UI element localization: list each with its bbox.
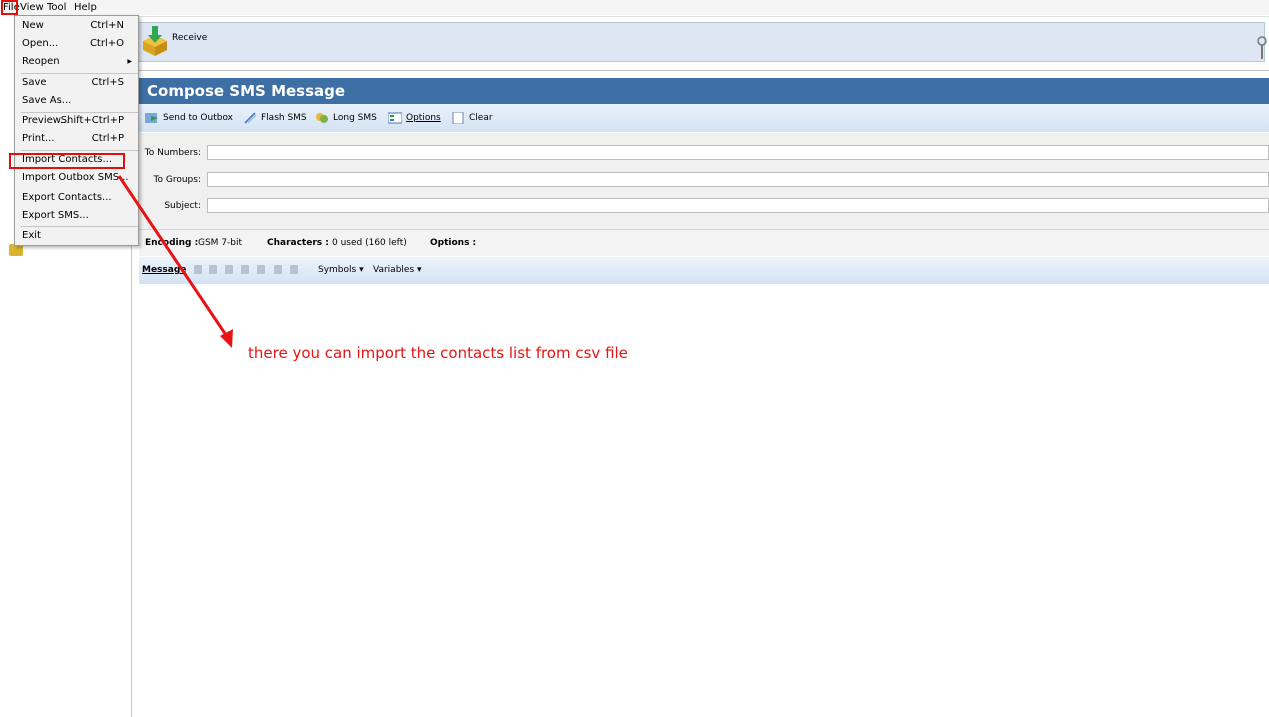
subject-label: Subject:: [164, 201, 201, 211]
variables-dropdown[interactable]: Variables ▾: [373, 265, 422, 275]
cut-icon[interactable]: [194, 265, 202, 274]
menu-item-label: Export Contacts...: [22, 192, 112, 203]
menu-item-shortcut: Shift+Ctrl+P: [60, 115, 124, 126]
file-menu: New Ctrl+N Open... Ctrl+O Reopen ▶ Save …: [14, 15, 139, 246]
annotation-text: there you can import the contacts list f…: [248, 344, 628, 362]
to-groups-label: To Groups:: [153, 175, 201, 185]
to-numbers-label: To Numbers:: [144, 148, 201, 158]
chevron-down-icon: ▾: [359, 265, 364, 275]
message-label: Message: [142, 265, 187, 275]
options-label: Options :: [430, 238, 477, 248]
message-toolbar: Message Symbols ▾ Variables ▾: [139, 257, 1269, 284]
menu-item-label: Exit: [22, 230, 41, 241]
send-to-outbox-label: Send to Outbox: [163, 113, 234, 123]
menu-view[interactable]: View: [20, 1, 44, 14]
menu-item-shortcut: Ctrl+S: [91, 77, 124, 88]
menu-item-label: Save As...: [22, 95, 72, 106]
menu-item-label: Export SMS...: [22, 210, 89, 221]
menu-item-open[interactable]: Open... Ctrl+O: [15, 35, 138, 53]
compose-title: Compose SMS Message: [139, 78, 1269, 104]
long-sms-icon: [316, 113, 328, 123]
characters-label: Characters :: [267, 238, 329, 248]
menu-item-exit[interactable]: Exit: [15, 227, 138, 245]
flash-sms-button[interactable]: Flash SMS: [243, 104, 307, 132]
menu-item-shortcut: Ctrl+P: [91, 133, 124, 144]
import-contacts-highlight-box: [9, 153, 125, 169]
compose-toolbar: Send to Outbox Flash SMS Long SMS Option…: [139, 104, 1269, 132]
page-icon: [452, 112, 464, 124]
copy-icon[interactable]: [209, 265, 217, 274]
menu-item-shortcut: Ctrl+O: [89, 38, 124, 49]
divider: [133, 70, 1269, 71]
encoding-value: GSM 7-bit: [198, 238, 243, 248]
main-toolbar: Receive: [137, 22, 1265, 62]
menu-item-reopen[interactable]: Reopen ▶: [15, 53, 138, 71]
submenu-arrow-icon: ▶: [127, 58, 132, 65]
encoding-bar: Encoding : GSM 7-bit Characters : 0 used…: [139, 229, 1269, 256]
send-icon: [145, 113, 158, 123]
subject-input[interactable]: [207, 198, 1269, 213]
menu-item-label: Print...: [22, 133, 55, 144]
characters-value: 0 used (160 left): [332, 238, 407, 248]
edit-icon[interactable]: [290, 265, 298, 274]
receive-label: Receive: [172, 33, 208, 43]
menu-item-label: Save: [22, 77, 47, 88]
menu-help[interactable]: Help: [74, 1, 97, 14]
menu-item-preview[interactable]: Preview... Shift+Ctrl+P: [15, 112, 138, 130]
delete-icon[interactable]: [241, 265, 249, 274]
menu-bar: File View Tool Help: [0, 0, 1269, 15]
menu-item-save-as[interactable]: Save As...: [15, 92, 138, 110]
options-icon: [388, 112, 402, 124]
menu-item-new[interactable]: New Ctrl+N: [15, 17, 138, 35]
to-groups-input[interactable]: [207, 172, 1269, 187]
send-to-outbox-button[interactable]: Send to Outbox: [145, 104, 233, 132]
menu-tool[interactable]: Tool: [47, 1, 66, 14]
variables-label: Variables: [373, 265, 415, 275]
menu-item-print[interactable]: Print... Ctrl+P: [15, 130, 138, 148]
to-numbers-input[interactable]: [207, 145, 1269, 160]
symbols-dropdown[interactable]: Symbols ▾: [318, 265, 364, 275]
paste-icon[interactable]: [225, 265, 233, 274]
chevron-down-icon: ▾: [417, 265, 422, 275]
divider: [133, 16, 1269, 17]
menu-item-export-contacts[interactable]: Export Contacts...: [15, 189, 138, 207]
menu-item-import-outbox-sms[interactable]: Import Outbox SMS...: [15, 169, 138, 187]
menu-item-label: Reopen: [22, 56, 60, 67]
clear-label: Clear: [469, 113, 493, 123]
options-label: Options: [406, 113, 441, 123]
menu-item-label: Open...: [22, 38, 59, 49]
flash-icon: [244, 112, 257, 124]
symbols-label: Symbols: [318, 265, 357, 275]
clear-button[interactable]: Clear: [451, 104, 493, 132]
menu-item-label: New: [22, 20, 44, 31]
options-button[interactable]: Options: [388, 104, 441, 132]
menu-item-label: Import Outbox SMS...: [22, 172, 129, 183]
receive-icon: [143, 26, 167, 56]
encoding-label: Encoding :: [145, 238, 199, 248]
long-sms-label: Long SMS: [333, 113, 377, 123]
menu-item-shortcut: Ctrl+N: [90, 20, 124, 31]
menu-item-export-sms[interactable]: Export SMS...: [15, 207, 138, 225]
menu-item-save[interactable]: Save Ctrl+S: [15, 74, 138, 92]
key-icon[interactable]: [1257, 35, 1267, 61]
flash-sms-label: Flash SMS: [261, 113, 307, 123]
file-menu-highlight-box: [1, 0, 18, 15]
receive-button[interactable]: Receive: [138, 23, 218, 61]
find-icon[interactable]: [274, 265, 282, 274]
select-all-icon[interactable]: [257, 265, 265, 274]
long-sms-button[interactable]: Long SMS: [315, 104, 377, 132]
